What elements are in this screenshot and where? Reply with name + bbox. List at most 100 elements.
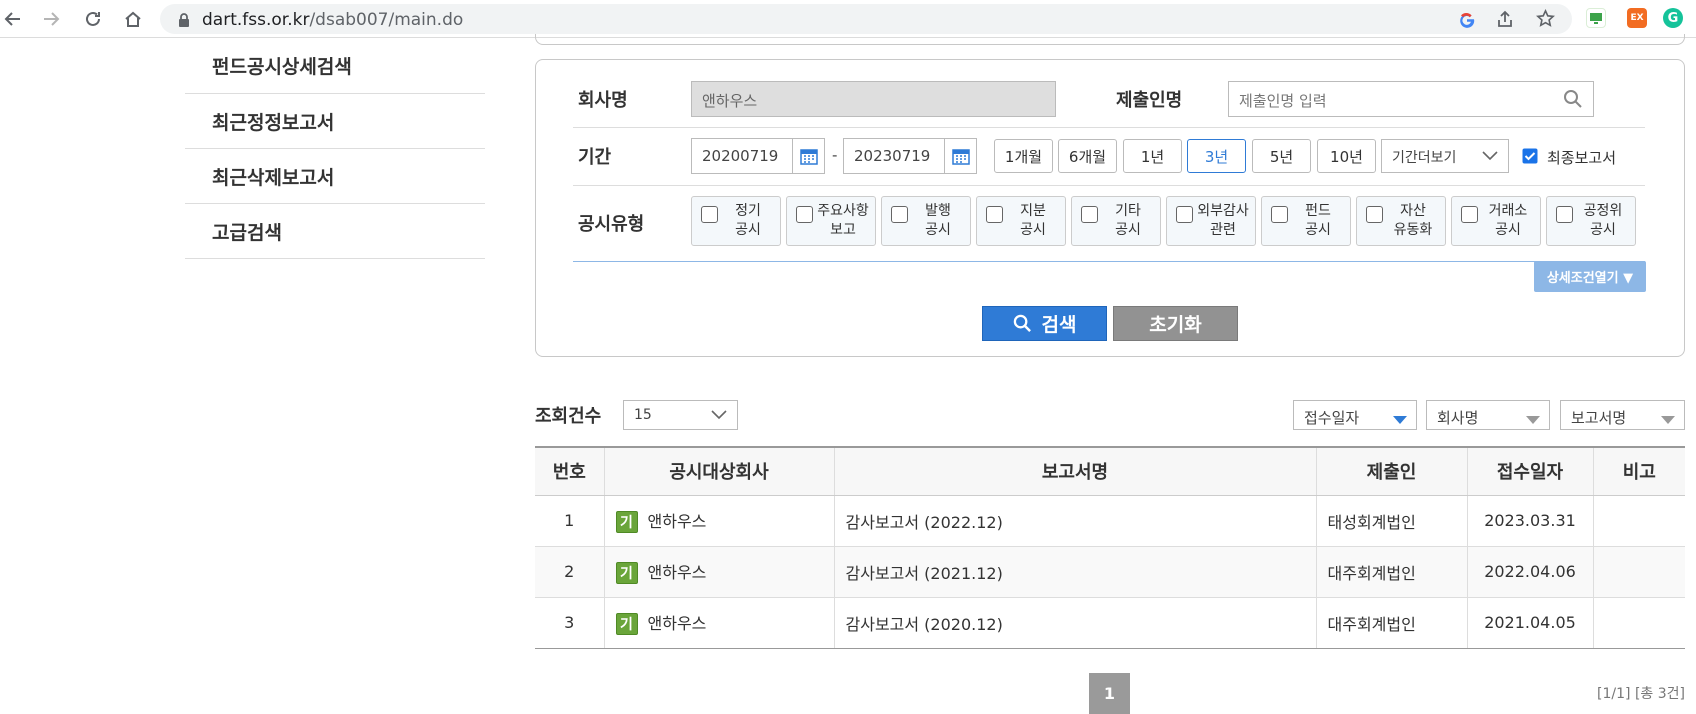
result-count-label: 조회건수 xyxy=(535,406,602,427)
company-link[interactable]: 앤하우스 xyxy=(648,614,707,633)
results-table: 번호 공시대상회사 보고서명 제출인 접수일자 비고 1 기 앤하우스 감사보고서… xyxy=(535,446,1685,649)
browser-toolbar: dart.fss.or.kr/dsab007/main.do EX G xyxy=(0,0,1696,38)
row-date: 2021.04.05 xyxy=(1467,597,1594,649)
type-exchange-checkbox[interactable]: 거래소 공시 xyxy=(1451,196,1541,246)
type-label: 발행 xyxy=(925,203,951,219)
report-link[interactable]: 감사보고서 (2020.12) xyxy=(834,597,1317,649)
period-3-years-button[interactable]: 3년 xyxy=(1187,139,1246,173)
col-header-submitter: 제출인 xyxy=(1316,446,1468,496)
type-periodic-checkbox[interactable]: 정기 공시 xyxy=(691,196,781,246)
sort-date-select[interactable]: 접수일자 xyxy=(1293,400,1417,430)
search-button-label: 검색 xyxy=(1041,314,1077,336)
period-1-year-button[interactable]: 1년 xyxy=(1123,139,1182,173)
url-host: dart.fss.or.kr xyxy=(202,10,310,30)
row-number: 1 xyxy=(535,495,605,547)
calendar-icon[interactable] xyxy=(792,139,824,173)
company-input[interactable]: 앤하우스 xyxy=(691,81,1056,117)
home-icon[interactable] xyxy=(120,6,146,32)
type-external-audit-checkbox[interactable]: 외부감사 관련 xyxy=(1166,196,1256,246)
date-from-input[interactable]: 20200719 xyxy=(691,138,825,174)
type-fund-checkbox[interactable]: 펀드 공시 xyxy=(1261,196,1351,246)
submitter-placeholder: 제출인명 입력 xyxy=(1239,92,1327,110)
sort-company-label: 회사명 xyxy=(1437,409,1479,427)
col-header-note: 비고 xyxy=(1593,446,1685,496)
report-link[interactable]: 감사보고서 (2021.12) xyxy=(834,546,1317,598)
row-company-cell: 기 앤하우스 xyxy=(604,597,835,649)
search-icon[interactable] xyxy=(1563,89,1583,113)
menu-item-recent-corrections[interactable]: 최근정정보고서 xyxy=(185,94,485,149)
url-path: /dsab007/main.do xyxy=(309,10,464,30)
type-label: 지분 xyxy=(1020,203,1046,219)
sort-company-select[interactable]: 회사명 xyxy=(1426,400,1550,430)
sort-report-label: 보고서명 xyxy=(1571,409,1627,427)
type-major-checkbox[interactable]: 주요사항보고 xyxy=(786,196,876,246)
period-1-month-button[interactable]: 1개월 xyxy=(994,139,1053,173)
back-icon[interactable] xyxy=(0,6,26,32)
type-label: 공시 xyxy=(925,222,951,238)
detail-conditions-toggle[interactable]: 상세조건열기 ▼ xyxy=(1534,261,1646,292)
type-label: 펀드 xyxy=(1305,203,1331,219)
row-date: 2023.03.31 xyxy=(1467,495,1594,547)
page-size-select[interactable]: 15 xyxy=(623,400,738,430)
reload-icon[interactable] xyxy=(80,6,106,32)
date-from-value: 20200719 xyxy=(702,147,779,165)
type-other-checkbox[interactable]: 기타 공시 xyxy=(1071,196,1161,246)
type-ftc-checkbox[interactable]: 공정위공시 xyxy=(1546,196,1636,246)
type-label: 공시 xyxy=(1115,222,1141,238)
period-label: 기간 xyxy=(578,147,612,168)
left-sidebar-menu: 펀드공시상세검색 최근정정보고서 최근삭제보고서 고급검색 xyxy=(185,38,485,259)
row-number: 3 xyxy=(535,597,605,649)
type-label: 공시 xyxy=(1590,222,1616,238)
date-to-input[interactable]: 20230719 xyxy=(843,138,977,174)
bookmark-star-icon[interactable] xyxy=(1536,8,1555,32)
calendar-icon[interactable] xyxy=(944,139,976,173)
menu-item-fund-detail-search[interactable]: 펀드공시상세검색 xyxy=(185,38,485,94)
final-report-label[interactable]: 최종보고서 xyxy=(1547,147,1616,168)
sort-down-icon xyxy=(1660,411,1676,429)
period-10-years-button[interactable]: 10년 xyxy=(1317,139,1376,173)
type-label: 공정위 xyxy=(1583,203,1623,219)
submitter-input[interactable]: 제출인명 입력 xyxy=(1228,81,1594,117)
grammarly-extension-icon[interactable]: G xyxy=(1663,8,1683,28)
periodic-badge: 기 xyxy=(615,562,638,585)
report-link[interactable]: 감사보고서 (2022.12) xyxy=(834,495,1317,547)
row-note xyxy=(1593,495,1685,547)
sort-report-select[interactable]: 보고서명 xyxy=(1560,400,1685,430)
type-label: 공시 xyxy=(735,222,761,238)
company-link[interactable]: 앤하우스 xyxy=(648,512,707,531)
period-5-years-button[interactable]: 5년 xyxy=(1252,139,1311,173)
table-header-row: 번호 공시대상회사 보고서명 제출인 접수일자 비고 xyxy=(535,446,1685,496)
row-number: 2 xyxy=(535,546,605,598)
period-more-label: 기간더보기 xyxy=(1392,150,1457,166)
reset-button[interactable]: 초기화 xyxy=(1113,306,1238,341)
type-equity-checkbox[interactable]: 지분공시 xyxy=(976,196,1066,246)
company-label: 회사명 xyxy=(578,90,628,111)
type-asset-securitization-checkbox[interactable]: 자산 유동화 xyxy=(1356,196,1446,246)
type-label: 거래소 xyxy=(1488,203,1528,219)
share-icon[interactable] xyxy=(1496,10,1514,32)
row-company-cell: 기 앤하우스 xyxy=(604,495,835,547)
type-label: 주요사항 xyxy=(817,203,869,219)
period-6-months-button[interactable]: 6개월 xyxy=(1058,139,1117,173)
type-label: 공시 xyxy=(1020,222,1046,238)
sort-down-icon xyxy=(1392,411,1408,429)
type-label: 보고 xyxy=(830,222,856,238)
search-button[interactable]: 검색 xyxy=(982,306,1107,341)
previous-panel-edge xyxy=(535,34,1685,45)
type-issuance-checkbox[interactable]: 발행공시 xyxy=(881,196,971,246)
ex-extension-icon[interactable]: EX xyxy=(1627,8,1647,28)
screen-extension-icon[interactable] xyxy=(1586,8,1606,28)
row-note xyxy=(1593,546,1685,598)
page-button-current[interactable]: 1 xyxy=(1089,673,1130,714)
row-divider xyxy=(573,185,1645,186)
address-bar[interactable]: dart.fss.or.kr/dsab007/main.do xyxy=(160,4,1572,34)
period-more-select[interactable]: 기간더보기 xyxy=(1381,139,1509,173)
company-link[interactable]: 앤하우스 xyxy=(648,563,707,582)
forward-icon[interactable] xyxy=(38,6,64,32)
col-header-date: 접수일자 xyxy=(1467,446,1594,496)
menu-item-advanced-search[interactable]: 고급검색 xyxy=(185,204,485,259)
search-panel: 회사명 앤하우스 제출인명 제출인명 입력 기간 20200719 - 2023… xyxy=(535,59,1685,357)
final-report-checkbox[interactable] xyxy=(1522,148,1538,168)
menu-item-recent-deletions[interactable]: 최근삭제보고서 xyxy=(185,149,485,204)
google-icon[interactable] xyxy=(1458,10,1476,32)
